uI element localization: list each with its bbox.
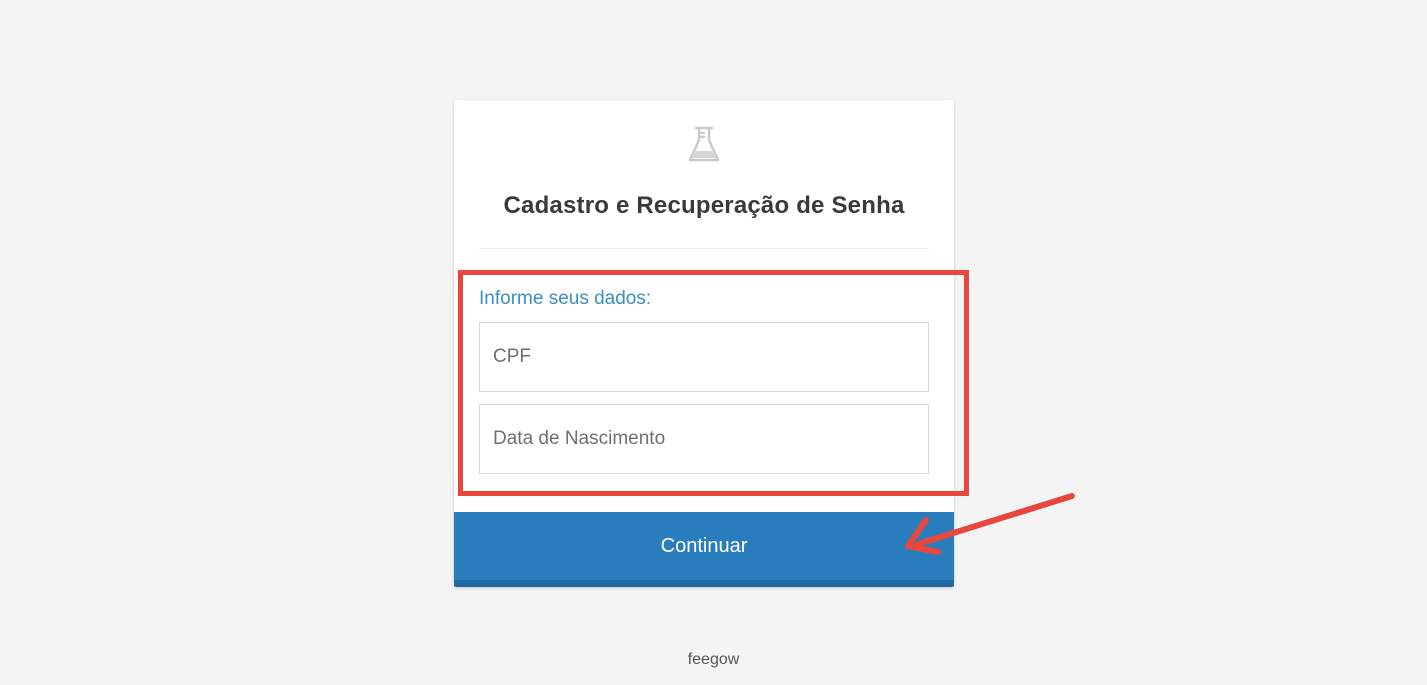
cpf-input[interactable] (479, 322, 929, 392)
continue-button[interactable]: Continuar (454, 512, 954, 587)
divider (479, 248, 929, 249)
flask-icon (688, 126, 720, 162)
birthdate-input[interactable] (479, 404, 929, 474)
page: Cadastro e Recuperação de Senha Informe … (0, 0, 1427, 685)
page-title: Cadastro e Recuperação de Senha (503, 192, 905, 219)
section-label: Informe seus dados: (479, 288, 652, 309)
footer-brand: feegow (687, 651, 740, 668)
login-card: Cadastro e Recuperação de Senha Informe … (454, 100, 954, 587)
